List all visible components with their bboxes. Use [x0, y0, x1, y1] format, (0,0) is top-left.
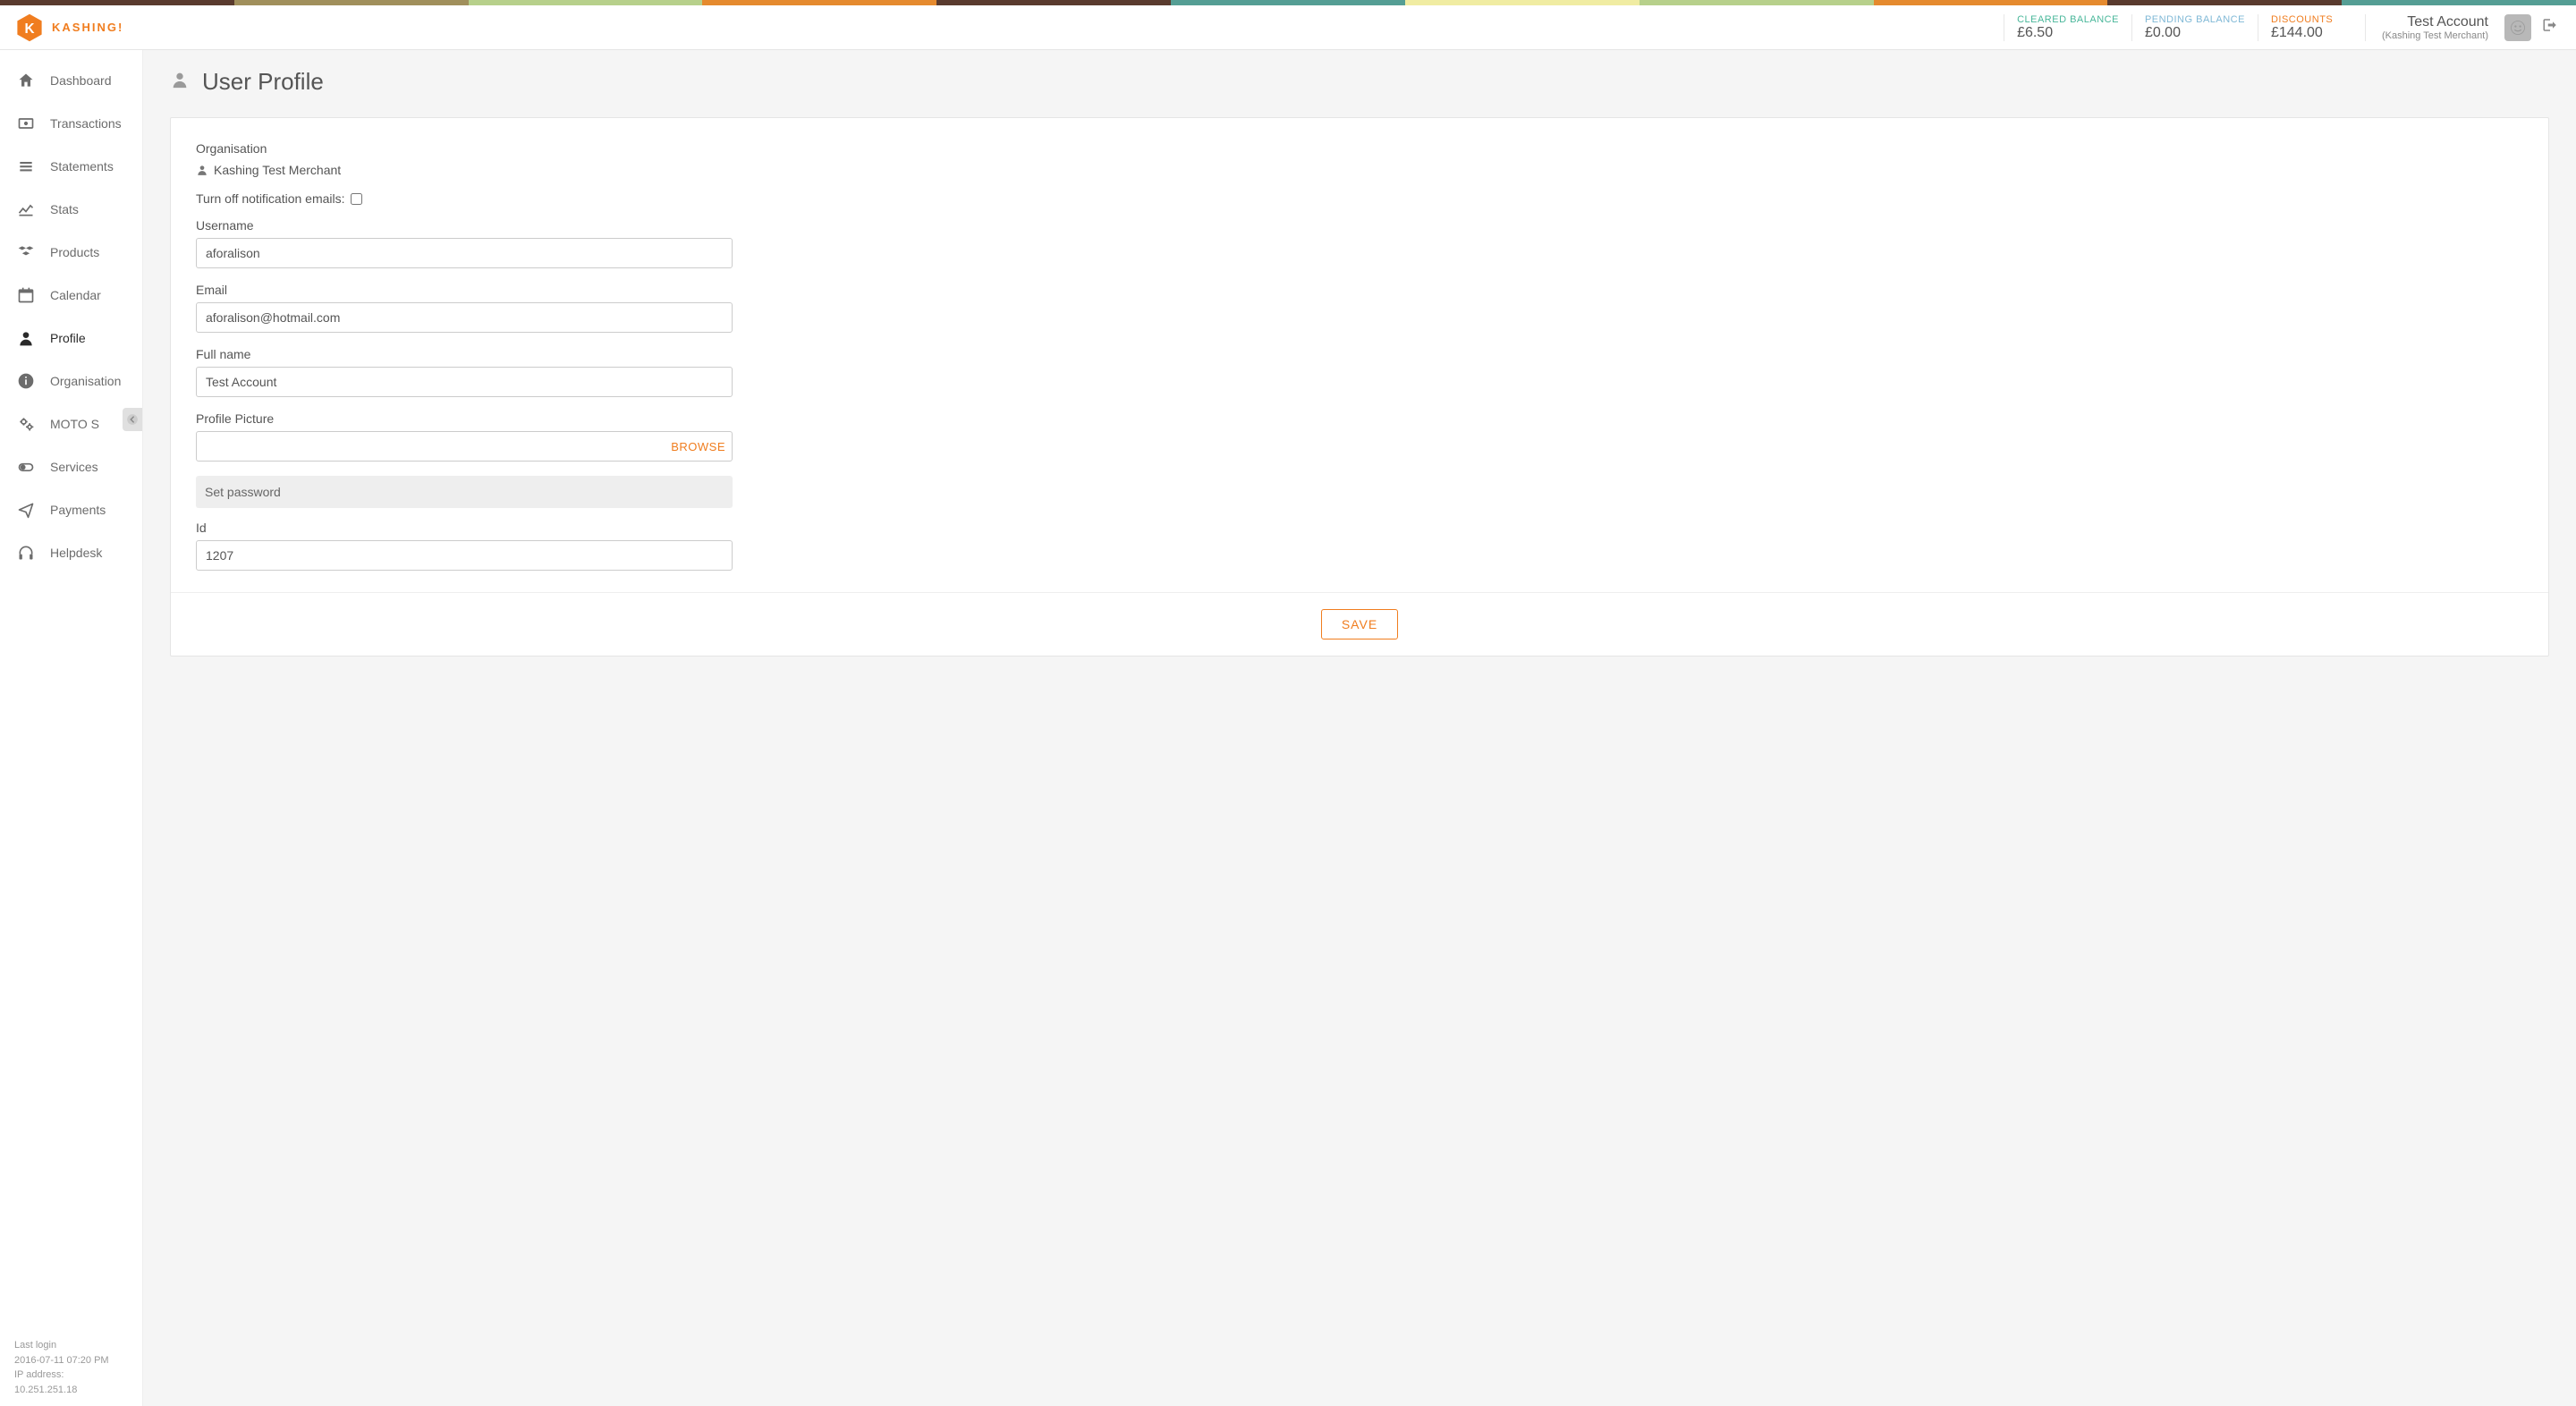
sidebar-item-stats[interactable]: Stats — [0, 188, 142, 231]
email-label: Email — [196, 283, 888, 297]
account-block[interactable]: Test Account (Kashing Test Merchant) — [2365, 14, 2497, 41]
info-icon — [16, 372, 36, 390]
pending-balance-value: £0.00 — [2145, 25, 2245, 41]
ip-label: IP address: — [14, 1369, 64, 1380]
profile-card: Organisation Kashing Test Merchant Turn … — [170, 117, 2549, 656]
user-icon — [196, 164, 208, 176]
cleared-balance-label: CLEARED BALANCE — [2017, 14, 2119, 25]
header: K KASHING! CLEARED BALANCE £6.50 PENDING… — [0, 5, 2576, 50]
discounts: DISCOUNTS £144.00 — [2258, 14, 2365, 41]
sidebar-item-helpdesk[interactable]: Helpdesk — [0, 531, 142, 574]
brand-text: KASHING! — [52, 21, 123, 34]
avatar[interactable] — [2504, 14, 2531, 41]
toggle-icon — [16, 458, 36, 476]
sidebar-item-label: Profile — [50, 331, 86, 345]
discounts-label: DISCOUNTS — [2271, 14, 2352, 25]
sidebar-item-label: Transactions — [50, 116, 122, 131]
pending-balance-label: PENDING BALANCE — [2145, 14, 2245, 25]
organisation-label: Organisation — [196, 141, 888, 156]
logo[interactable]: K KASHING! — [14, 13, 123, 43]
sidebar-item-label: Products — [50, 245, 99, 259]
email-input[interactable] — [196, 302, 733, 333]
profile-picture-input[interactable] — [196, 431, 733, 462]
notification-toggle-checkbox[interactable] — [351, 193, 362, 205]
notification-toggle-label: Turn off notification emails: — [196, 191, 345, 206]
sidebar-item-statements[interactable]: Statements — [0, 145, 142, 188]
sidebar-item-transactions[interactable]: Transactions — [0, 102, 142, 145]
headphones-icon — [16, 544, 36, 562]
last-login-label: Last login — [14, 1338, 128, 1353]
logo-hex-icon: K — [14, 13, 45, 43]
top-color-strip — [0, 0, 2576, 5]
plane-icon — [16, 501, 36, 519]
organisation-name: Kashing Test Merchant — [214, 163, 341, 177]
logout-icon[interactable] — [2538, 13, 2562, 41]
sidebar-item-label: Helpdesk — [50, 546, 102, 560]
account-sub: (Kashing Test Merchant) — [2382, 30, 2488, 41]
sidebar-item-services[interactable]: Services — [0, 445, 142, 488]
cubes-icon — [16, 243, 36, 261]
username-input[interactable] — [196, 238, 733, 268]
nav: Dashboard Transactions Statements Stats Prod… — [0, 50, 142, 1329]
sidebar-item-label: Payments — [50, 503, 106, 517]
discounts-value: £144.00 — [2271, 25, 2352, 41]
sidebar-item-label: Statements — [50, 159, 114, 174]
sidebar-item-calendar[interactable]: Calendar — [0, 274, 142, 317]
sidebar-item-profile[interactable]: Profile — [0, 317, 142, 360]
collapse-sidebar-button[interactable] — [123, 408, 142, 431]
calendar-icon — [16, 286, 36, 304]
fullname-label: Full name — [196, 347, 888, 361]
cogs-icon — [16, 415, 36, 433]
sidebar-item-label: Calendar — [50, 288, 101, 302]
save-button[interactable]: SAVE — [1321, 609, 1398, 639]
account-name: Test Account — [2407, 14, 2488, 30]
user-icon — [16, 329, 36, 347]
money-icon — [16, 114, 36, 132]
profile-picture-label: Profile Picture — [196, 411, 888, 426]
sidebar-item-products[interactable]: Products — [0, 231, 142, 274]
fullname-input[interactable] — [196, 367, 733, 397]
sidebar-item-dashboard[interactable]: Dashboard — [0, 59, 142, 102]
username-label: Username — [196, 218, 888, 233]
main-content: User Profile Organisation Kashing Test M… — [143, 50, 2576, 1406]
home-icon — [16, 72, 36, 89]
last-login-value: 2016-07-11 07:20 PM — [14, 1353, 128, 1368]
set-password-label: Set password — [205, 485, 281, 499]
sidebar-item-moto-s[interactable]: MOTO S — [0, 402, 142, 445]
sidebar-footer: Last login 2016-07-11 07:20 PM IP addres… — [0, 1329, 142, 1406]
chart-icon — [16, 200, 36, 218]
organisation-name-row: Kashing Test Merchant — [196, 163, 888, 177]
cleared-balance-value: £6.50 — [2017, 25, 2119, 41]
pending-balance: PENDING BALANCE £0.00 — [2131, 14, 2258, 41]
sidebar-item-label: Organisation — [50, 374, 121, 388]
sidebar-item-label: MOTO S — [50, 417, 99, 431]
sidebar-item-label: Services — [50, 460, 98, 474]
ip-value: 10.251.251.18 — [14, 1385, 77, 1395]
page-title: User Profile — [170, 68, 2549, 96]
svg-text:K: K — [24, 21, 34, 36]
id-label: Id — [196, 521, 888, 535]
sidebar-item-payments[interactable]: Payments — [0, 488, 142, 531]
sidebar: Dashboard Transactions Statements Stats Prod… — [0, 50, 143, 1406]
user-icon — [170, 68, 190, 96]
bars-icon — [16, 157, 36, 175]
set-password-toggle[interactable]: Set password — [196, 476, 733, 508]
page-title-text: User Profile — [202, 68, 324, 96]
id-input[interactable] — [196, 540, 733, 571]
cleared-balance: CLEARED BALANCE £6.50 — [2004, 14, 2131, 41]
browse-button[interactable]: BROWSE — [671, 431, 725, 462]
sidebar-item-organisation[interactable]: Organisation — [0, 360, 142, 402]
sidebar-item-label: Stats — [50, 202, 79, 216]
sidebar-item-label: Dashboard — [50, 73, 112, 88]
